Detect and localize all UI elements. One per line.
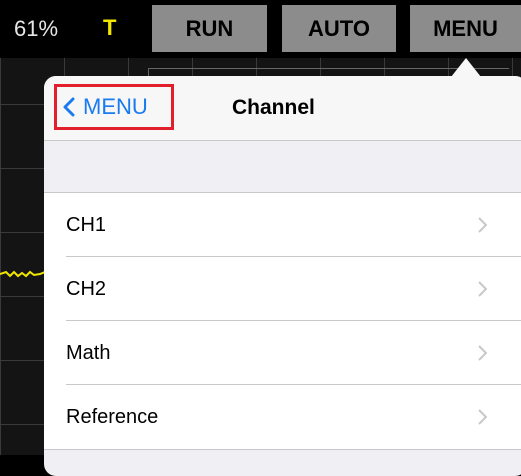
channel-popover: MENU Channel CH1 CH2 Math Reference <box>44 76 521 476</box>
popover-arrow <box>451 58 481 77</box>
list-item-label: Math <box>66 341 111 364</box>
chevron-right-icon <box>478 409 487 425</box>
list-item-reference[interactable]: Reference <box>44 385 521 449</box>
list-item-ch1[interactable]: CH1 <box>44 193 521 257</box>
menu-button[interactable]: MENU <box>410 5 521 52</box>
chevron-left-icon <box>63 97 75 117</box>
list-item-ch2[interactable]: CH2 <box>44 257 521 321</box>
popover-navbar: MENU Channel <box>44 76 521 141</box>
battery-level: 61% <box>14 16 59 41</box>
top-toolbar: 61% T RUN AUTO MENU <box>0 0 521 58</box>
list-item-label: Reference <box>66 405 159 428</box>
chevron-right-icon <box>478 217 487 233</box>
run-button[interactable]: RUN <box>152 5 267 52</box>
chevron-right-icon <box>478 345 487 361</box>
back-button-label: MENU <box>83 94 148 119</box>
channel-list: CH1 CH2 Math Reference <box>44 192 521 450</box>
list-item-label: CH1 <box>66 213 107 236</box>
trigger-indicator: T <box>103 15 117 40</box>
list-item-math[interactable]: Math <box>44 321 521 385</box>
chevron-right-icon <box>478 281 487 297</box>
popover-title: Channel <box>232 96 315 119</box>
back-to-menu-button[interactable]: MENU <box>54 84 174 130</box>
list-item-label: CH2 <box>66 277 107 300</box>
auto-button[interactable]: AUTO <box>282 5 396 52</box>
